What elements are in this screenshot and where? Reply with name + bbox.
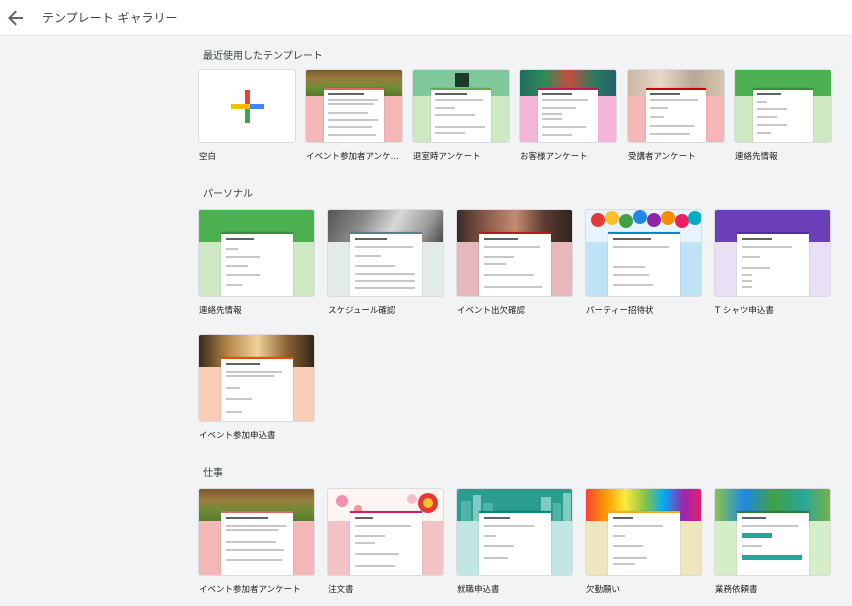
template-thumbnail xyxy=(412,69,510,143)
template-label: 連絡先情報 xyxy=(199,306,242,316)
template-thumbnail xyxy=(198,209,315,297)
template-thumbnail xyxy=(456,209,573,297)
template-card-event-feedback[interactable]: イベント参加者アンケ... xyxy=(305,69,403,165)
template-card-event-rsvp[interactable]: イベント出欠確認 xyxy=(456,209,573,319)
template-thumbnail xyxy=(714,488,831,576)
template-thumbnail xyxy=(198,488,315,576)
template-label: 就職申込書 xyxy=(457,585,500,595)
template-card-work-request[interactable]: 業務依頼書 xyxy=(714,488,831,598)
section-title-work: 仕事 xyxy=(203,468,223,479)
template-label: 注文書 xyxy=(328,585,354,595)
top-bar: テンプレート ギャラリー xyxy=(0,0,852,36)
section-title-recent: 最近使用したテンプレート xyxy=(203,51,323,62)
template-thumbnail xyxy=(714,209,831,297)
template-card-time-off-request[interactable]: 欠勤願い xyxy=(585,488,702,598)
template-label: イベント参加者アンケート xyxy=(199,585,301,595)
template-card-schedule[interactable]: スケジュール確認 xyxy=(327,209,444,319)
template-label: イベント出欠確認 xyxy=(457,306,526,316)
template-card-job-application[interactable]: 就職申込書 xyxy=(456,488,573,598)
template-thumbnail xyxy=(327,209,444,297)
template-thumbnail xyxy=(198,334,315,422)
template-label: イベント参加申込書 xyxy=(199,431,276,441)
template-card-event-registration[interactable]: イベント参加申込書 xyxy=(198,334,315,444)
template-label: 退室時アンケート xyxy=(413,152,481,162)
template-thumbnail xyxy=(585,488,702,576)
template-card-order-form[interactable]: 注文書 xyxy=(327,488,444,598)
template-card-contact-info[interactable]: 連絡先情報 xyxy=(734,69,832,165)
template-label: 受講者アンケート xyxy=(628,152,696,162)
arrow-back-icon xyxy=(8,10,23,26)
back-button[interactable] xyxy=(4,6,28,30)
template-thumbnail xyxy=(627,69,725,143)
template-label: お客様アンケート xyxy=(520,152,588,162)
template-card-party-invite[interactable]: パーティー招待状 xyxy=(585,209,702,319)
template-card-contact-info-personal[interactable]: 連絡先情報 xyxy=(198,209,315,319)
template-thumbnail xyxy=(327,488,444,576)
template-thumbnail xyxy=(198,69,296,143)
template-card-event-feedback-work[interactable]: イベント参加者アンケート xyxy=(198,488,315,598)
plus-icon xyxy=(231,90,264,123)
template-label: スケジュール確認 xyxy=(328,306,396,316)
template-card-tshirt-signup[interactable]: T シャツ申込書 xyxy=(714,209,831,319)
template-thumbnail xyxy=(305,69,403,143)
section-title-personal: パーソナル xyxy=(203,189,253,200)
template-thumbnail xyxy=(519,69,617,143)
template-label: イベント参加者アンケ... xyxy=(306,152,399,162)
template-card-blank[interactable]: 空白 xyxy=(198,69,296,165)
page-title: テンプレート ギャラリー xyxy=(42,11,178,25)
template-card-customer-feedback[interactable]: お客様アンケート xyxy=(519,69,617,165)
template-label: 欠勤願い xyxy=(586,585,621,595)
template-card-course-evaluation[interactable]: 受講者アンケート xyxy=(627,69,725,165)
template-label: T シャツ申込書 xyxy=(715,306,774,316)
template-thumbnail xyxy=(456,488,573,576)
template-thumbnail xyxy=(585,209,702,297)
template-label: 業務依頼書 xyxy=(715,585,758,595)
template-label: パーティー招待状 xyxy=(586,306,654,316)
template-label: 空白 xyxy=(199,152,217,162)
template-card-exit-survey[interactable]: 退室時アンケート xyxy=(412,69,510,165)
template-label: 連絡先情報 xyxy=(735,152,778,162)
template-thumbnail xyxy=(734,69,832,143)
